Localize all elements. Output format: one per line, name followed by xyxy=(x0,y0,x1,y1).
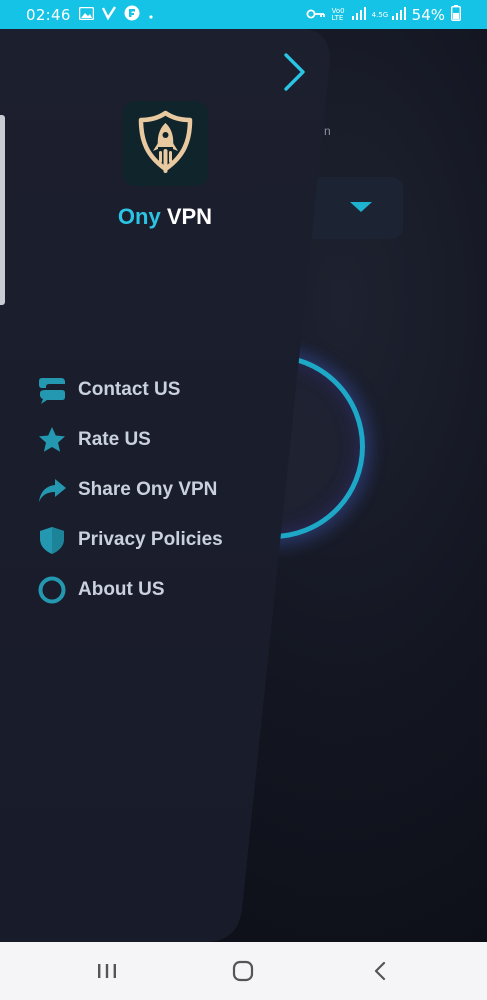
app-logo xyxy=(123,101,208,186)
signal-icon-2 xyxy=(391,6,406,24)
flipboard-icon xyxy=(124,5,140,25)
status-right: Vo0 LTE 4.5G 54% xyxy=(306,5,462,25)
battery-percent: 54% xyxy=(411,6,445,24)
menu-item-about[interactable]: About US xyxy=(36,565,223,615)
circle-icon xyxy=(36,574,68,606)
drawer-menu: Contact US Rate US Share Ony VPN Privacy… xyxy=(36,365,223,615)
battery-icon xyxy=(450,5,462,25)
menu-item-rate[interactable]: Rate US xyxy=(36,415,223,465)
back-icon xyxy=(374,961,386,981)
brand-second-word: VPN xyxy=(160,204,213,229)
gallery-icon xyxy=(78,6,94,24)
app-brand-title: Ony VPN xyxy=(0,204,330,230)
menu-item-label: Contact US xyxy=(78,379,181,400)
status-bar: 02:46 Vo0 LTE 4.5G 54% xyxy=(0,0,487,29)
menu-item-label: Share Ony VPN xyxy=(78,479,218,500)
vpn-key-icon xyxy=(306,6,326,24)
menu-item-share[interactable]: Share Ony VPN xyxy=(36,465,223,515)
menu-item-label: About US xyxy=(78,579,165,600)
v-app-icon xyxy=(101,6,116,24)
navigation-drawer: Ony VPN Contact US Rate US Share Ony VPN xyxy=(0,29,340,942)
recents-icon xyxy=(98,964,116,978)
dot-icon xyxy=(148,6,154,24)
menu-item-contact[interactable]: Contact US xyxy=(36,365,223,415)
network-label-1: Vo0 LTE xyxy=(331,7,345,22)
chat-icon xyxy=(36,374,68,406)
status-time: 02:46 xyxy=(26,6,71,24)
back-button[interactable] xyxy=(360,956,400,986)
system-nav-bar xyxy=(0,942,487,1000)
rocket-shield-icon xyxy=(138,110,193,173)
status-left: 02:46 xyxy=(26,5,154,25)
star-icon xyxy=(36,424,68,456)
share-icon xyxy=(36,474,68,506)
menu-item-privacy[interactable]: Privacy Policies xyxy=(36,515,223,565)
menu-item-label: Rate US xyxy=(78,429,151,450)
home-icon xyxy=(232,960,254,982)
dropdown-arrow-icon xyxy=(350,202,372,212)
shield-icon xyxy=(36,524,68,556)
signal-icon xyxy=(351,6,366,24)
brand-first-word: Ony xyxy=(117,204,161,229)
close-drawer-chevron-icon[interactable] xyxy=(278,51,310,93)
home-button[interactable] xyxy=(223,956,263,986)
network-label-2: 4.5G xyxy=(371,10,389,19)
menu-item-label: Privacy Policies xyxy=(78,529,223,550)
recents-button[interactable] xyxy=(87,956,127,986)
